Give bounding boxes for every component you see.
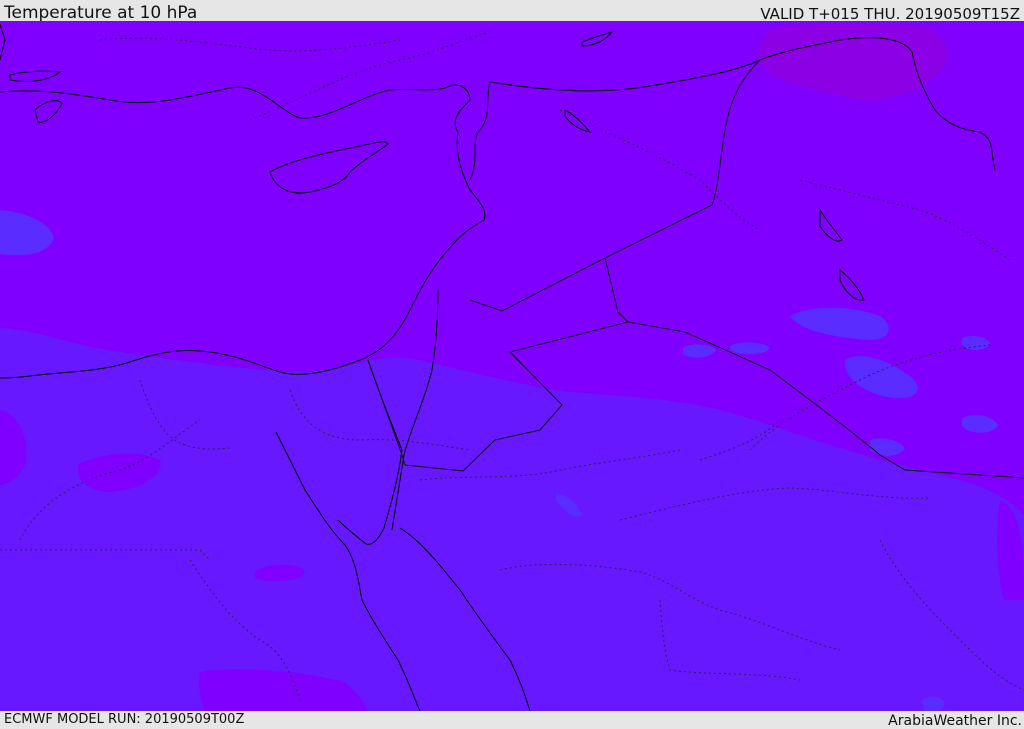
map-canvas (0, 21, 1024, 711)
model-run: ECMWF MODEL RUN: 20190509T00Z (4, 712, 245, 727)
header-bar: Temperature at 10 hPa VALID T+015 THU. 2… (0, 0, 1024, 23)
credit-text: ArabiaWeather Inc. (888, 713, 1022, 729)
weather-map[interactable] (0, 21, 1024, 711)
footer-bar: ECMWF MODEL RUN: 20190509T00Z ArabiaWeat… (0, 711, 1024, 729)
map-title: Temperature at 10 hPa (4, 3, 198, 23)
